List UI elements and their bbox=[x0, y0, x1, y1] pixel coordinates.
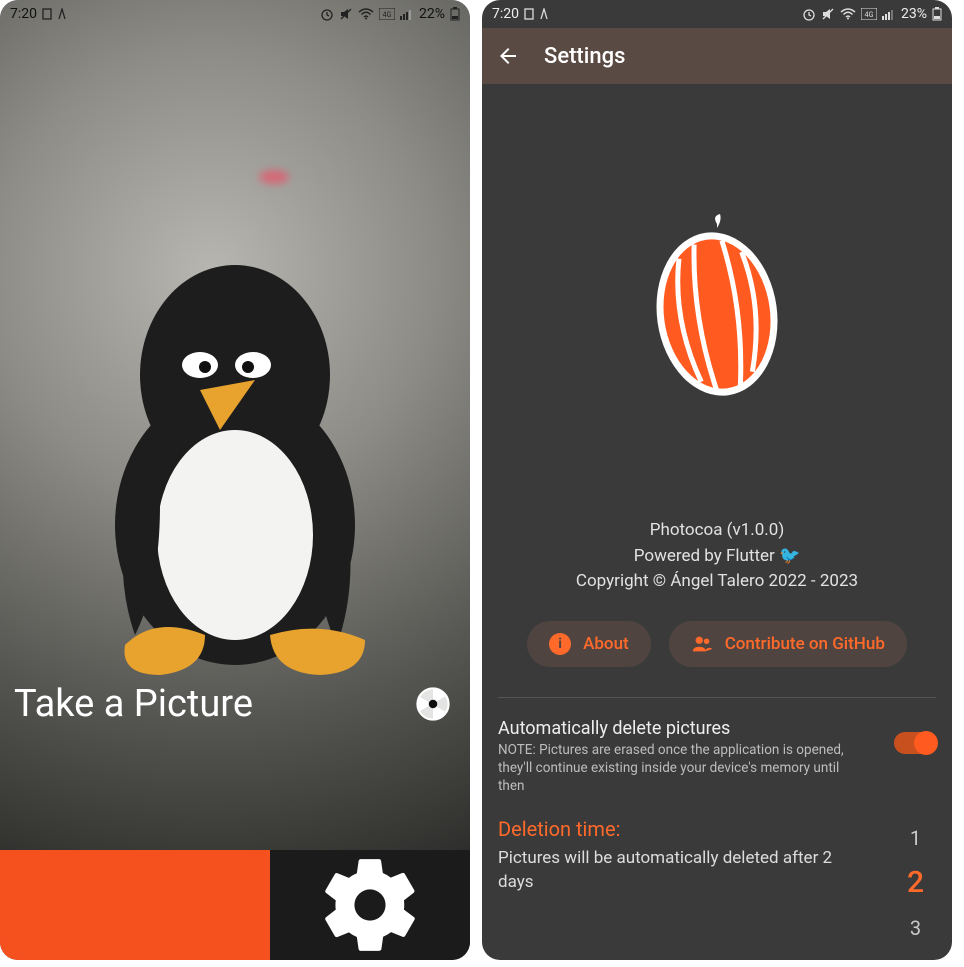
deletion-sub: Pictures will be automatically deleted a… bbox=[498, 847, 838, 895]
alarm-icon bbox=[802, 7, 816, 21]
svg-text:4G: 4G bbox=[865, 11, 874, 19]
gear-icon bbox=[315, 850, 425, 960]
lte-icon: 4G bbox=[379, 8, 395, 20]
people-icon bbox=[691, 633, 713, 655]
app-bar: Settings bbox=[482, 28, 952, 84]
status-misc-icon bbox=[57, 8, 67, 20]
settings-body: Photocoa (v1.0.0) Powered by Flutter 🐦 C… bbox=[482, 84, 952, 960]
status-time: 7:20 bbox=[492, 6, 519, 22]
signal-icon bbox=[882, 8, 896, 20]
wifi-icon bbox=[358, 8, 374, 20]
picker-selected[interactable]: 2 bbox=[907, 859, 924, 907]
battery-icon bbox=[450, 7, 460, 21]
contribute-button[interactable]: Contribute on GitHub bbox=[669, 621, 907, 667]
auto-delete-note: NOTE: Pictures are erased once the appli… bbox=[498, 741, 858, 796]
alarm-icon bbox=[320, 7, 334, 21]
page-title: Settings bbox=[544, 44, 625, 69]
status-card-icon bbox=[524, 8, 534, 20]
mute-icon bbox=[821, 7, 835, 21]
chip-row: i About Contribute on GitHub bbox=[527, 621, 907, 667]
bottom-bar bbox=[0, 850, 470, 960]
take-picture-label: Take a Picture bbox=[14, 682, 253, 726]
info-icon: i bbox=[549, 633, 571, 655]
auto-delete-setting: Automatically delete pictures NOTE: Pict… bbox=[498, 712, 936, 812]
camera-viewfinder[interactable]: Take a Picture bbox=[0, 0, 470, 850]
status-battery: 23% bbox=[901, 6, 927, 22]
cocoa-icon bbox=[642, 214, 792, 404]
status-card-icon bbox=[42, 8, 52, 20]
divider bbox=[498, 697, 936, 698]
battery-icon bbox=[932, 7, 942, 21]
lte-icon: 4G bbox=[861, 8, 877, 20]
capture-button[interactable] bbox=[0, 850, 270, 960]
app-info: Photocoa (v1.0.0) Powered by Flutter 🐦 C… bbox=[576, 518, 858, 595]
settings-button[interactable] bbox=[270, 850, 470, 960]
powered-by: Powered by Flutter 🐦 bbox=[576, 544, 858, 570]
auto-delete-title: Automatically delete pictures bbox=[498, 718, 858, 739]
status-bar: 7:20 4G 23% bbox=[482, 0, 952, 28]
deletion-time-setting: Deletion time: Pictures will be automati… bbox=[498, 817, 936, 949]
status-time: 7:20 bbox=[10, 6, 37, 22]
focus-indicator bbox=[259, 170, 289, 184]
status-bar: 7:20 4G 22% bbox=[0, 0, 470, 28]
back-icon[interactable] bbox=[496, 44, 520, 68]
app-logo bbox=[642, 214, 792, 408]
svg-text:4G: 4G bbox=[383, 11, 392, 19]
about-label: About bbox=[583, 634, 629, 654]
app-version: Photocoa (v1.0.0) bbox=[576, 518, 858, 544]
signal-icon bbox=[400, 8, 414, 20]
wifi-icon bbox=[840, 8, 856, 20]
deletion-picker[interactable]: 1 2 3 bbox=[907, 817, 936, 949]
deletion-heading: Deletion time: bbox=[498, 817, 838, 841]
auto-delete-switch[interactable] bbox=[894, 732, 936, 754]
about-button[interactable]: i About bbox=[527, 621, 651, 667]
picker-option[interactable]: 1 bbox=[910, 817, 921, 859]
status-battery: 22% bbox=[419, 6, 445, 22]
camera-preview-subject bbox=[65, 205, 405, 685]
shutter-icon[interactable] bbox=[416, 687, 450, 721]
settings-screen: 7:20 4G 23% Settings bbox=[482, 0, 952, 960]
status-misc-icon bbox=[539, 8, 549, 20]
contribute-label: Contribute on GitHub bbox=[725, 634, 885, 654]
camera-screen: 7:20 4G 22% bbox=[0, 0, 470, 960]
copyright: Copyright © Ángel Talero 2022 - 2023 bbox=[576, 569, 858, 595]
picker-option[interactable]: 3 bbox=[910, 907, 921, 949]
mute-icon bbox=[339, 7, 353, 21]
camera-label-bar: Take a Picture bbox=[0, 682, 470, 740]
